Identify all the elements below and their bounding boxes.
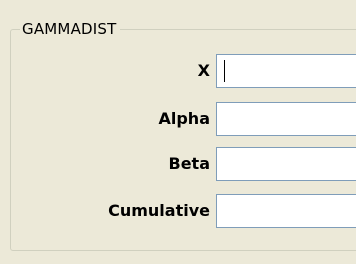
argument-row-alpha: Alpha	[0, 102, 356, 136]
x-input[interactable]	[216, 54, 356, 88]
cumulative-input[interactable]	[216, 194, 356, 228]
beta-label: Beta	[168, 154, 211, 173]
alpha-input[interactable]	[216, 102, 356, 136]
x-label: X	[197, 61, 210, 80]
argument-row-x: X	[0, 54, 356, 88]
beta-input[interactable]	[216, 147, 356, 181]
argument-row-beta: Beta	[0, 147, 356, 181]
group-title: GAMMADIST	[20, 20, 120, 38]
argument-row-cumulative: Cumulative	[0, 194, 356, 228]
text-cursor	[224, 60, 225, 82]
cumulative-label: Cumulative	[108, 201, 210, 220]
alpha-label: Alpha	[158, 109, 210, 128]
